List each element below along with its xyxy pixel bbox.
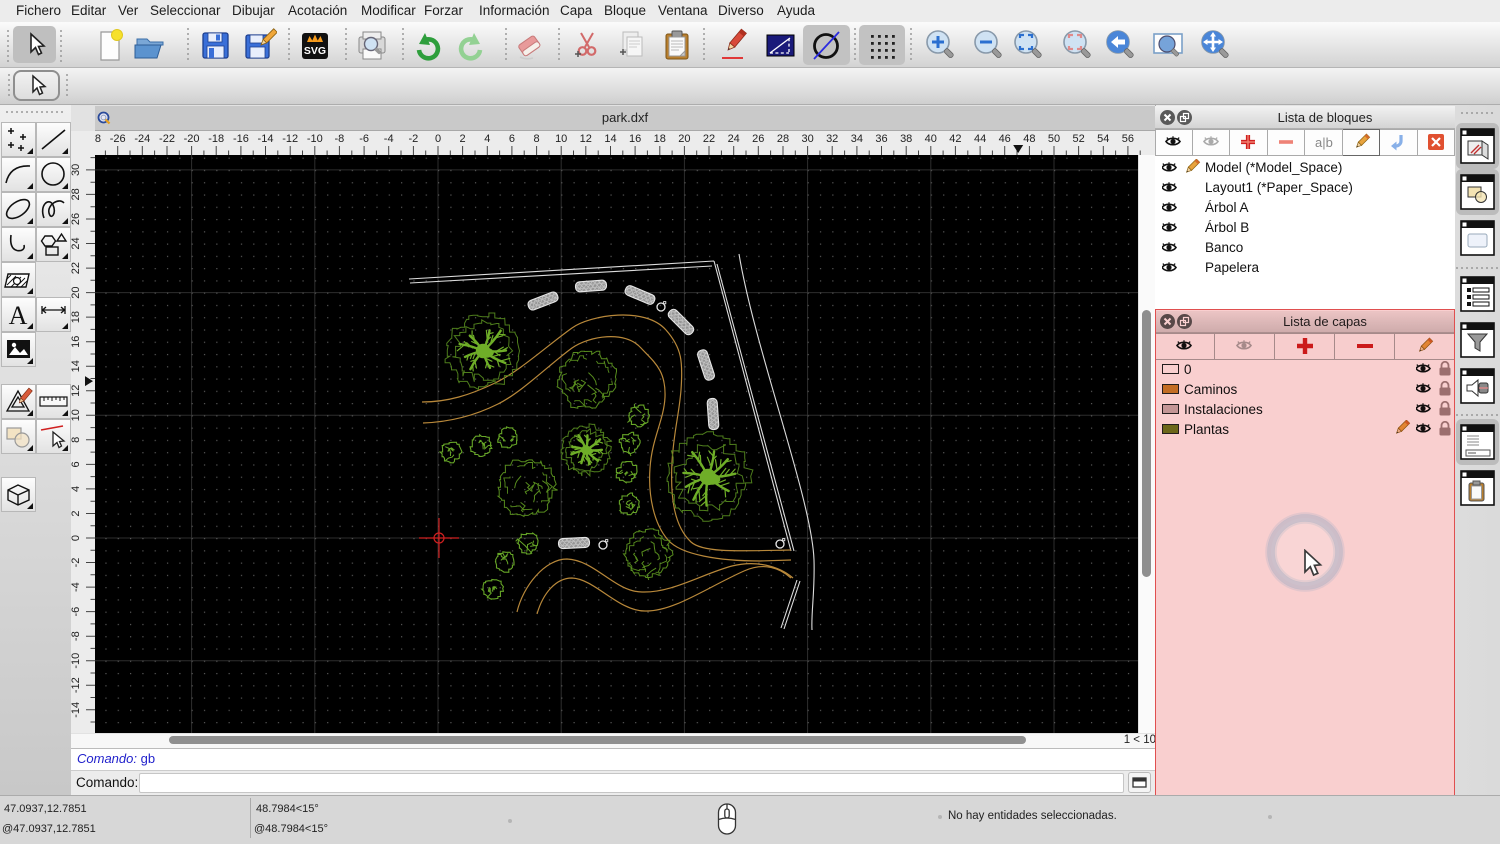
svg-text:56: 56 — [1122, 133, 1134, 145]
svg-text:-4: -4 — [71, 582, 82, 592]
svg-text:8: 8 — [534, 133, 540, 145]
svg-text:46: 46 — [999, 133, 1011, 145]
svg-text:-26: -26 — [110, 133, 126, 145]
svg-text:6: 6 — [71, 461, 82, 467]
svg-text:-10: -10 — [71, 653, 82, 669]
svg-text:-22: -22 — [159, 133, 175, 145]
svg-text:-20: -20 — [184, 133, 200, 145]
svg-text:-2: -2 — [71, 558, 82, 568]
svg-text:-4: -4 — [384, 133, 394, 145]
svg-text:30: 30 — [71, 164, 82, 176]
svg-text:-14: -14 — [258, 133, 274, 145]
svg-text:SVG: SVG — [304, 45, 326, 57]
svg-text:-16: -16 — [233, 133, 249, 145]
svg-text:18: 18 — [71, 311, 82, 323]
svg-text:50: 50 — [1048, 133, 1060, 145]
svg-text:0: 0 — [435, 133, 441, 145]
svg-text:-28: -28 — [95, 133, 101, 145]
svg-text:20: 20 — [678, 133, 690, 145]
svg-text:18: 18 — [654, 133, 666, 145]
svg-text:36: 36 — [875, 133, 887, 145]
svg-text:-2: -2 — [409, 133, 419, 145]
svg-text:-18: -18 — [208, 133, 224, 145]
svg-text:38: 38 — [900, 133, 912, 145]
svg-text:10: 10 — [71, 409, 82, 421]
svg-text:24: 24 — [71, 237, 82, 249]
svg-text:2: 2 — [460, 133, 466, 145]
svg-text:-6: -6 — [71, 607, 82, 617]
svg-text:24: 24 — [728, 133, 740, 145]
svg-text:16: 16 — [629, 133, 641, 145]
svg-text:44: 44 — [974, 133, 986, 145]
svg-text:22: 22 — [71, 262, 82, 274]
svg-text:26: 26 — [752, 133, 764, 145]
svg-text:14: 14 — [71, 360, 82, 372]
svg-text:54: 54 — [1097, 133, 1109, 145]
svg-text:30: 30 — [801, 133, 813, 145]
svg-text:12: 12 — [580, 133, 592, 145]
svg-text:-6: -6 — [359, 133, 369, 145]
svg-text:4: 4 — [484, 133, 490, 145]
svg-text:2: 2 — [71, 510, 82, 516]
svg-text:52: 52 — [1072, 133, 1084, 145]
svg-text:-12: -12 — [282, 133, 298, 145]
svg-text:40: 40 — [925, 133, 937, 145]
svg-text:22: 22 — [703, 133, 715, 145]
svg-text:-14: -14 — [71, 702, 82, 718]
svg-text:28: 28 — [71, 188, 82, 200]
svg-text:34: 34 — [851, 133, 863, 145]
svg-text:26: 26 — [71, 213, 82, 225]
svg-text:28: 28 — [777, 133, 789, 145]
svg-text:-12: -12 — [71, 677, 82, 693]
svg-text:-24: -24 — [134, 133, 150, 145]
svg-text:12: 12 — [71, 385, 82, 397]
svg-text:A: A — [9, 301, 28, 330]
svg-text:-8: -8 — [335, 133, 345, 145]
svg-text:-8: -8 — [71, 631, 82, 641]
svg-text:10: 10 — [555, 133, 567, 145]
svg-text:14: 14 — [604, 133, 616, 145]
svg-text:48: 48 — [1023, 133, 1035, 145]
svg-text:8: 8 — [71, 437, 82, 443]
svg-text:0: 0 — [71, 535, 82, 541]
svg-text:-10: -10 — [307, 133, 323, 145]
svg-text:6: 6 — [509, 133, 515, 145]
svg-text:32: 32 — [826, 133, 838, 145]
svg-text:16: 16 — [71, 336, 82, 348]
svg-text:20: 20 — [71, 286, 82, 298]
svg-text:4: 4 — [71, 486, 82, 492]
svg-text:a|b: a|b — [1315, 135, 1333, 150]
svg-text:42: 42 — [949, 133, 961, 145]
